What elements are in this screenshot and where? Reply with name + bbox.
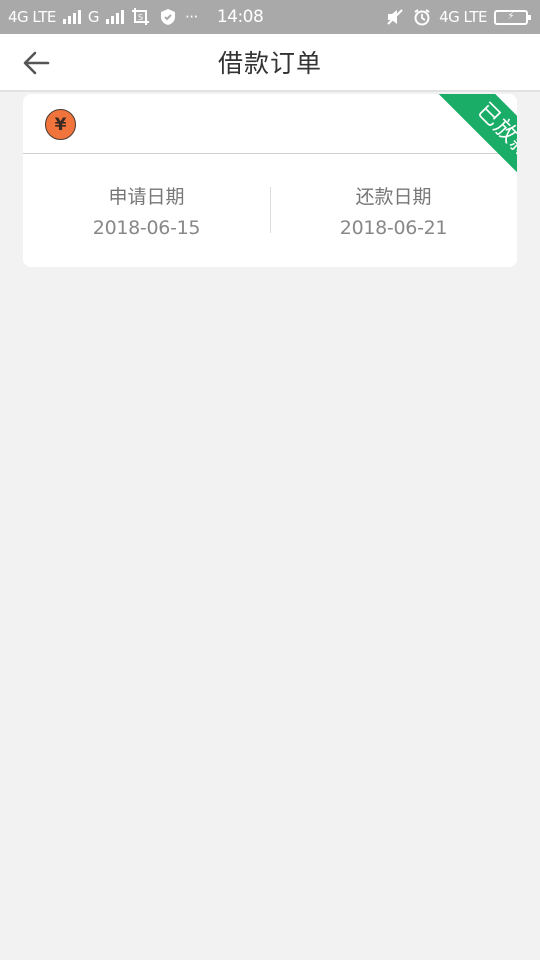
arrow-left-icon xyxy=(23,51,50,75)
repay-date-label: 还款日期 xyxy=(355,186,432,208)
shield-icon xyxy=(158,7,178,27)
status-bar: 4G LTE G S ··· 14:08 4G LTE ⚡ xyxy=(0,0,540,34)
screenshot-icon: S xyxy=(131,7,151,27)
apply-date-label: 申请日期 xyxy=(108,186,185,208)
repay-date-value: 2018-06-21 xyxy=(339,217,448,239)
nav-bar: 借款订单 xyxy=(0,34,540,92)
apply-date-section: 申请日期 2018-06-15 xyxy=(23,155,270,267)
clock: 14:08 xyxy=(216,7,264,27)
repay-date-section: 还款日期 2018-06-21 xyxy=(270,155,517,267)
currency-icon: ¥ xyxy=(45,109,76,140)
battery-charging-icon: ⚡ xyxy=(494,9,531,25)
svg-text:S: S xyxy=(138,13,143,22)
back-button[interactable] xyxy=(18,47,54,79)
alarm-icon xyxy=(412,7,432,27)
mute-icon xyxy=(385,7,405,27)
apply-date-value: 2018-06-15 xyxy=(92,217,201,239)
more-notifications-icon: ··· xyxy=(185,8,198,26)
page-title: 借款订单 xyxy=(217,49,322,78)
network-label-primary: 4G LTE xyxy=(8,8,56,26)
order-dates: 申请日期 2018-06-15 还款日期 2018-06-21 xyxy=(23,155,517,267)
signal-icon xyxy=(106,10,124,24)
signal-icon xyxy=(62,10,81,24)
date-divider xyxy=(270,187,271,233)
status-bar-left: 4G LTE G S ··· 14:08 xyxy=(8,7,264,27)
network-label-secondary: G xyxy=(87,8,100,26)
loan-order-card[interactable]: ¥ 已放款 申请日期 2018-06-15 还款日期 2018-06-21 xyxy=(23,94,517,267)
network-label-tertiary: 4G LTE xyxy=(439,8,487,26)
status-bar-right: 4G LTE ⚡ xyxy=(385,7,532,27)
